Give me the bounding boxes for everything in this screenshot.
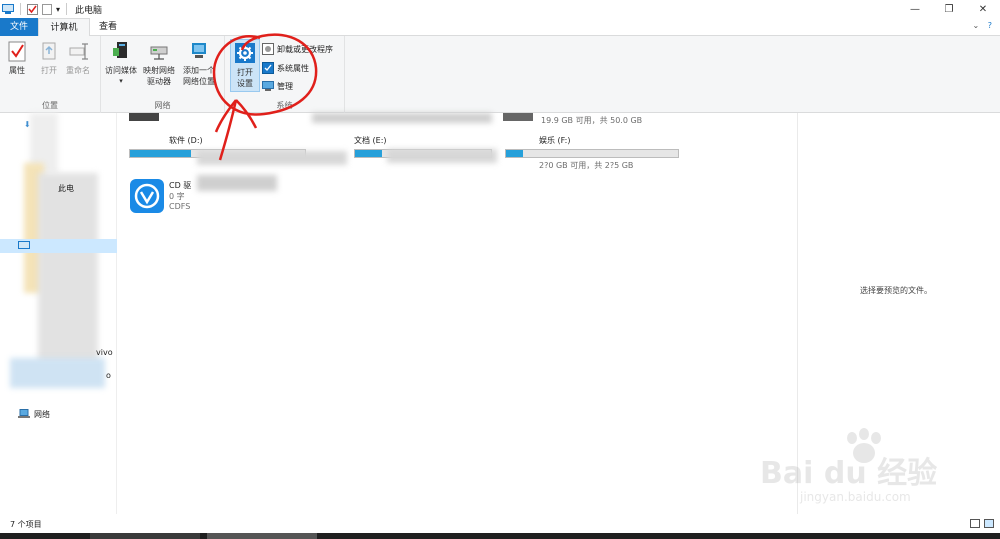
open-settings-button[interactable]: 打开 设置 — [230, 39, 260, 92]
baidu-watermark: Bai du 经验 jingyan.baidu.com — [760, 428, 960, 513]
ribbon-help-controls: ⌄ ? — [973, 21, 993, 30]
open-button[interactable]: 打开 — [38, 40, 60, 76]
network-location-icon — [192, 43, 206, 58]
properties-quick-icon[interactable] — [27, 3, 38, 15]
drive-usage-bar — [505, 149, 679, 158]
rename-button[interactable]: 重命名 — [66, 40, 90, 76]
computer-management-icon — [262, 81, 274, 91]
tab-view[interactable]: 查看 — [94, 18, 122, 36]
blurred-region — [197, 175, 277, 191]
ribbon-group-label: 网络 — [154, 101, 171, 110]
gear-icon — [235, 43, 255, 63]
maximize-button[interactable]: ❐ — [932, 0, 966, 18]
network-drive-icon — [150, 46, 168, 60]
details-view-icon[interactable] — [970, 519, 980, 528]
blurred-region — [197, 151, 347, 165]
nav-item-network[interactable]: 网络 — [0, 407, 117, 421]
open-icon — [42, 42, 56, 60]
content-area: 19.9 GB 可用，共 50.0 GB 软件 (D:) 文档 (E:) 娱乐 … — [117, 113, 797, 514]
close-button[interactable]: ✕ — [966, 0, 1000, 18]
watermark-brand: Bai du 经验 — [760, 456, 938, 491]
status-bar: 7 个项目 — [0, 514, 1000, 533]
manage-button[interactable]: 管理 — [262, 78, 293, 94]
customize-quick-access-icon[interactable]: ▾ — [56, 5, 60, 14]
drive-icon — [129, 113, 159, 121]
system-properties-button[interactable]: 系统属性 — [262, 60, 309, 76]
drive-tile-f[interactable]: 娱乐 (F:) 2?0 GB 可用，共 2?5 GB — [505, 135, 679, 171]
ribbon-group-location: 属性 打开 重命名 位置 — [0, 36, 101, 113]
preview-message: 选择要预览的文件。 — [860, 286, 932, 295]
add-network-location-button[interactable]: 添加一个 网络位置 — [183, 40, 215, 87]
tiles-view-icon[interactable] — [984, 519, 994, 528]
nav-item-this-pc[interactable]: 此电 — [0, 181, 117, 195]
ribbon-group-network: 访问媒体 ▾ 映射网络 驱动器 添加一个 网络位置 网络 — [101, 36, 225, 113]
properties-icon — [8, 41, 26, 62]
item-count: 7 个项目 — [10, 520, 42, 529]
rename-icon — [69, 43, 88, 60]
drive-tile-c[interactable] — [503, 113, 533, 121]
blurred-region — [387, 149, 497, 163]
watermark-url: jingyan.baidu.com — [800, 490, 911, 504]
access-media-button[interactable]: 访问媒体 ▾ — [105, 40, 137, 87]
computer-icon — [2, 3, 14, 14]
tab-file[interactable]: 文件 — [0, 18, 38, 36]
ribbon-group-system: 打开 设置 卸载或更改程序 系统属性 管理 系统 — [225, 36, 345, 113]
window-title: 此电脑 — [75, 5, 103, 16]
drive-tile-c-partial[interactable] — [129, 113, 159, 121]
dropdown-arrow-icon: ▾ — [119, 77, 123, 85]
blurred-region — [312, 113, 492, 123]
vivo-app-icon — [130, 179, 164, 213]
drive-icon — [503, 113, 533, 121]
title-bar: ▾ 此电脑 — ❐ ✕ — [0, 0, 1000, 18]
tab-computer[interactable]: 计算机 — [38, 18, 90, 37]
ribbon-tabs: 文件 计算机 查看 ⌄ ? — [0, 18, 1000, 37]
blurred-region — [38, 173, 98, 373]
programs-icon — [262, 43, 274, 55]
taskbar-item[interactable] — [90, 533, 200, 539]
toolbar-separator — [66, 3, 68, 15]
nav-item-quick-access[interactable]: ⬇ — [0, 117, 117, 131]
expand-ribbon-icon[interactable]: ⌄ — [973, 21, 980, 30]
new-folder-quick-icon[interactable] — [42, 3, 52, 15]
window-controls: — ❐ ✕ — [898, 0, 1000, 18]
view-toggle — [970, 519, 994, 528]
computer-icon — [18, 241, 30, 249]
drive-usage-fill — [506, 150, 524, 157]
map-network-drive-button[interactable]: 映射网络 驱动器 — [143, 40, 175, 87]
nav-item-drive[interactable]: o — [0, 368, 117, 382]
nav-item-selected[interactable] — [0, 239, 117, 253]
media-server-icon — [113, 42, 127, 58]
cd-drive-tile[interactable]: CD 驱 0 字 CDFS — [130, 179, 191, 213]
navigation-pane: ⬇ 此电 vivo o 网络 — [0, 113, 117, 514]
network-icon — [18, 409, 30, 418]
ribbon-group-label: 系统 — [276, 101, 293, 110]
drive-usage-fill — [130, 150, 192, 157]
taskbar-item[interactable] — [207, 533, 317, 539]
toolbar-separator — [20, 3, 21, 15]
system-properties-icon — [262, 62, 274, 74]
taskbar — [0, 533, 1000, 539]
ribbon-group-label: 位置 — [42, 101, 58, 110]
minimize-button[interactable]: — — [898, 0, 932, 18]
drive-c-info: 19.9 GB 可用，共 50.0 GB — [541, 116, 643, 125]
drive-usage-fill — [355, 150, 383, 157]
nav-item-vivo[interactable]: vivo — [0, 345, 117, 359]
uninstall-program-button[interactable]: 卸载或更改程序 — [262, 41, 333, 57]
ribbon: 属性 打开 重命名 位置 访问媒体 ▾ 映射网络 驱动器 添加一个 网络位置 网… — [0, 36, 1000, 113]
properties-button[interactable]: 属性 — [6, 40, 28, 76]
help-icon[interactable]: ? — [988, 21, 992, 30]
quick-access-toolbar: ▾ — [0, 0, 69, 18]
